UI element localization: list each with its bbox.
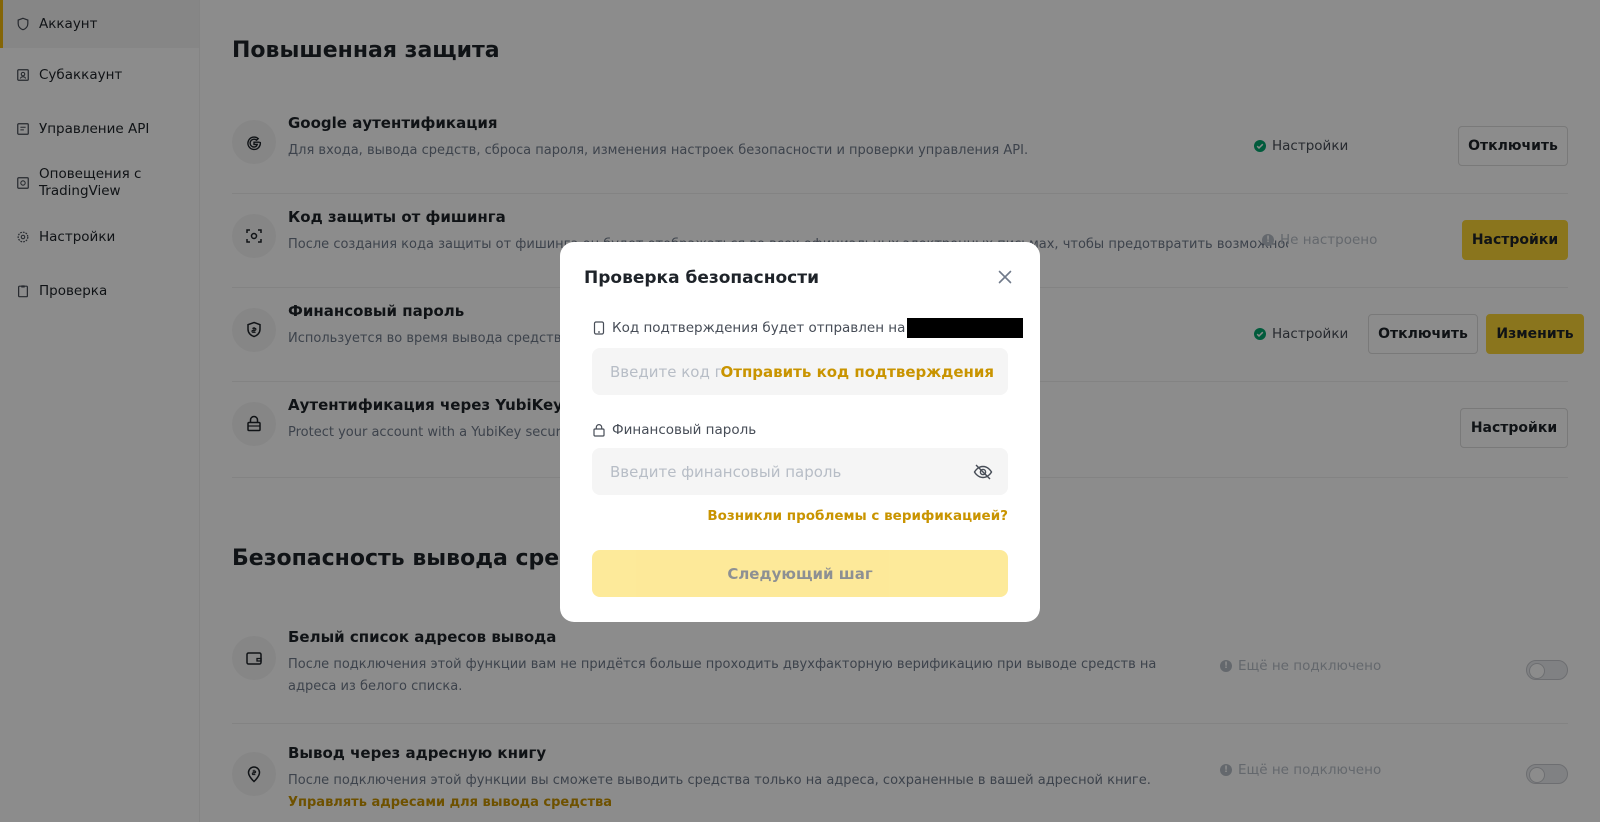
- code-label: Код подтверждения будет отправлен на: [592, 318, 1024, 338]
- verification-help-link[interactable]: Возникли проблемы с верификацией?: [707, 508, 1008, 524]
- app-root: Аккаунт Субаккаунт Управление API Оповещ…: [0, 0, 1600, 822]
- redacted-destination: [907, 318, 1024, 338]
- phone-icon: [592, 321, 606, 335]
- security-verification-modal: Проверка безопасности Код подтверждения …: [560, 242, 1040, 622]
- password-input-wrap: [592, 448, 1008, 495]
- code-input-wrap: Отправить код подтверждения: [592, 348, 1008, 395]
- password-label-text: Финансовый пароль: [612, 422, 757, 438]
- financial-password-input[interactable]: [608, 448, 958, 495]
- modal-title: Проверка безопасности: [584, 268, 819, 288]
- close-icon[interactable]: [996, 268, 1014, 286]
- next-step-button[interactable]: Следующий шаг: [592, 550, 1008, 597]
- send-code-button[interactable]: Отправить код подтверждения: [720, 348, 994, 395]
- eye-off-icon[interactable]: [972, 461, 994, 483]
- code-label-text: Код подтверждения будет отправлен на: [612, 320, 906, 336]
- lock-icon: [592, 423, 606, 437]
- password-label: Финансовый пароль: [592, 422, 756, 438]
